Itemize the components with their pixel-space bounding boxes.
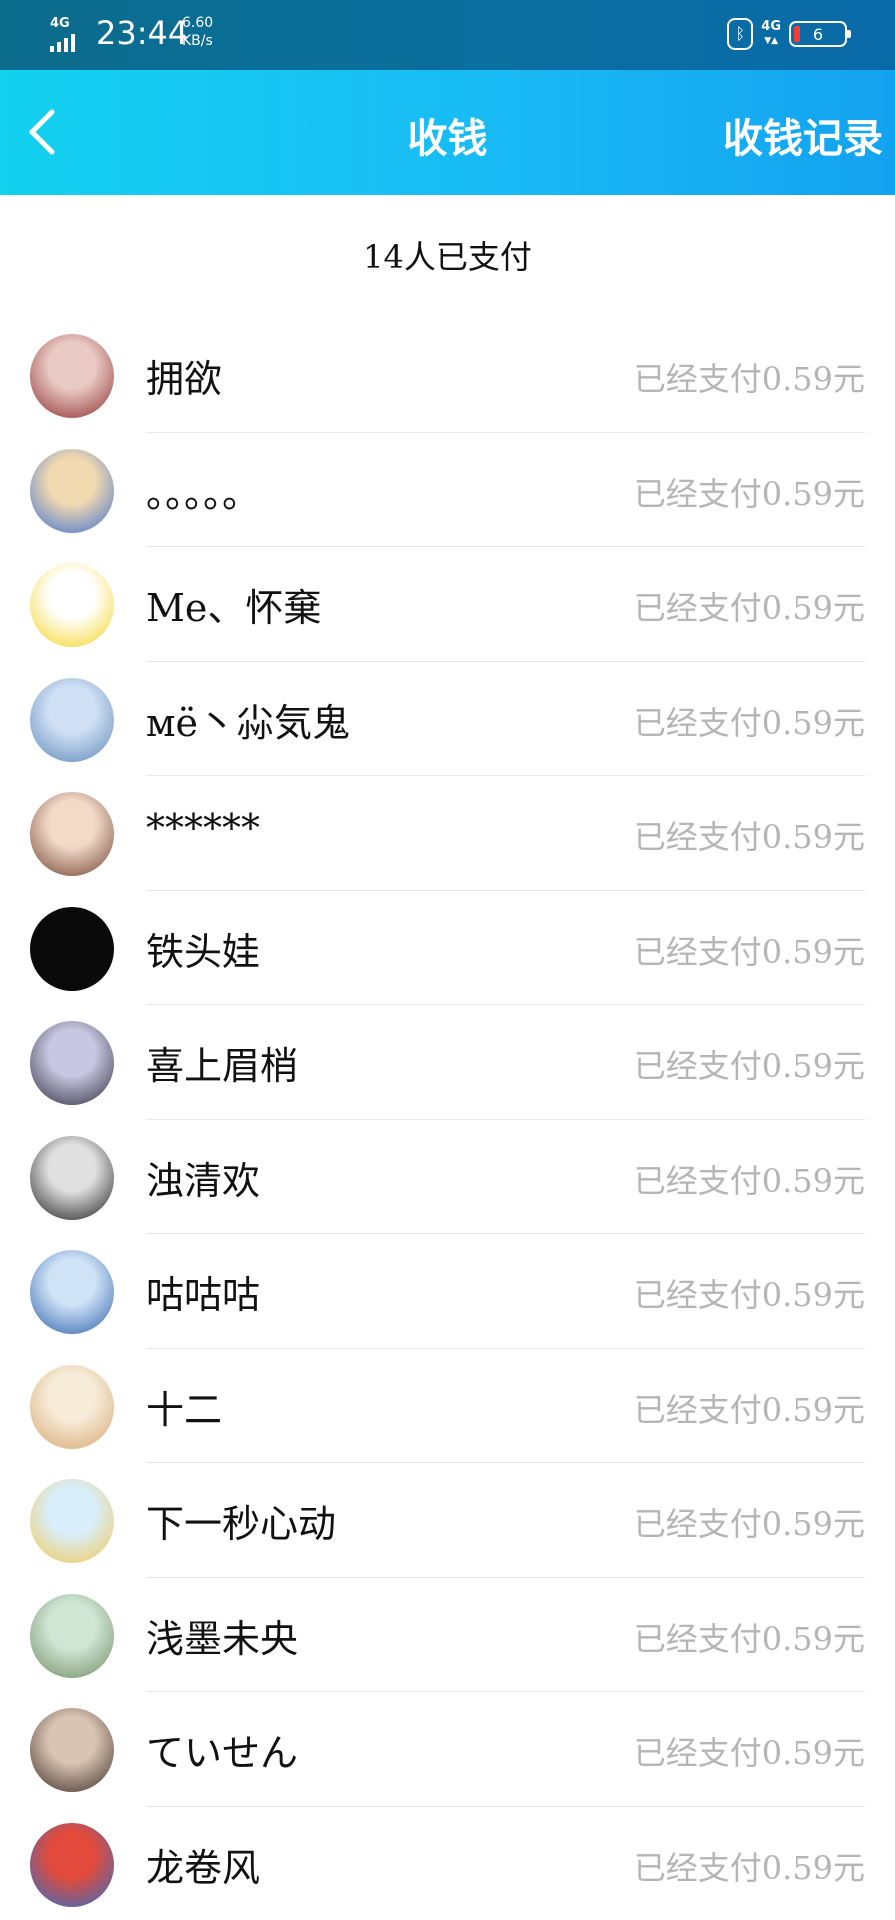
status-icons: ᛒ 4G ▼▲ 6 <box>727 16 851 52</box>
payer-name: 铁头娃 <box>146 929 261 974</box>
payment-status: 已经支付0.59元 <box>633 474 865 513</box>
payer-name: ****** <box>146 806 260 850</box>
payment-status: 已经支付0.59元 <box>633 1047 865 1085</box>
payment-status: 已经支付0.59元 <box>633 703 865 742</box>
payer-name: 浅墨未央 <box>146 1616 299 1661</box>
avatar[interactable] <box>30 1135 114 1220</box>
payer-name: 下一秒心动 <box>146 1502 337 1546</box>
network-speed-unit: KB/s <box>182 33 213 49</box>
payment-status: 已经支付0.59元 <box>633 1734 865 1772</box>
payment-status: 已经支付0.59元 <box>633 1161 865 1200</box>
avatar[interactable] <box>30 1021 114 1105</box>
avatar[interactable] <box>30 1708 114 1792</box>
payer-name: мё丶尛気鬼 <box>146 700 351 745</box>
payment-status: 已经支付0.59元 <box>633 1505 865 1543</box>
avatar[interactable] <box>30 1479 114 1563</box>
payer-row[interactable]: 喜上眉梢 已经支付0.59元 <box>0 1005 895 1120</box>
payer-row[interactable]: ていせん 已经支付0.59元 <box>0 1692 895 1807</box>
avatar[interactable] <box>30 906 114 991</box>
payment-status: 已经支付0.59元 <box>633 1619 865 1658</box>
payer-row[interactable]: 浅墨未央 已经支付0.59元 <box>0 1578 895 1692</box>
payer-list: 拥欲 已经支付0.59元。。。。。 已经支付0.59元 Me、怀棄 已经支付0.59元 м… <box>0 318 895 1920</box>
payer-row[interactable]: 龙卷风 已经支付0.59元 <box>0 1807 895 1920</box>
avatar[interactable] <box>30 792 114 876</box>
payer-name: 十二 <box>146 1387 223 1432</box>
title-bar: 收钱 收钱记录 <box>0 70 895 195</box>
payer-name: 浊清欢 <box>146 1158 261 1203</box>
payer-name: 拥欲 <box>146 357 223 401</box>
payer-row[interactable]: мё丶尛気鬼 已经支付0.59元 <box>0 662 895 776</box>
avatar[interactable] <box>30 563 114 647</box>
avatar[interactable] <box>30 1250 114 1334</box>
payment-status: 已经支付0.59元 <box>633 818 865 856</box>
payer-row[interactable]: Me、怀棄 已经支付0.59元 <box>0 547 895 662</box>
network-speed: 6.60 KB/s <box>182 14 213 50</box>
payer-name: ていせん <box>146 1731 299 1775</box>
network-4g-icon: 4G ▼▲ <box>761 19 781 47</box>
payer-row[interactable]: 浊清欢 已经支付0.59元 <box>0 1120 895 1234</box>
payer-row[interactable]: 下一秒心动 已经支付0.59元 <box>0 1463 895 1578</box>
avatar[interactable] <box>30 448 114 533</box>
avatar[interactable] <box>30 677 114 762</box>
payment-status: 已经支付0.59元 <box>633 589 865 627</box>
status-time: 23:44 <box>96 14 189 52</box>
bluetooth-icon: ᛒ <box>727 18 754 50</box>
network-speed-value: 6.60 <box>182 15 214 31</box>
payment-status: 已经支付0.59元 <box>633 932 865 971</box>
payer-name: 。。。。。 <box>146 471 261 516</box>
battery-level: 6 <box>812 24 824 44</box>
payer-row[interactable]: 拥欲 已经支付0.59元 <box>0 318 895 433</box>
avatar[interactable] <box>30 1822 114 1907</box>
payer-row[interactable]: 咕咕咕 已经支付0.59元 <box>0 1234 895 1349</box>
payment-status: 已经支付0.59元 <box>633 360 865 398</box>
payer-row[interactable]: 十二 已经支付0.59元 <box>0 1349 895 1463</box>
payment-records-button[interactable]: 收钱记录 <box>723 106 883 164</box>
payment-status: 已经支付0.59元 <box>633 1390 865 1429</box>
avatar[interactable] <box>30 1593 114 1678</box>
payer-name: 喜上眉梢 <box>146 1044 299 1088</box>
payer-row[interactable]: 。。。。。 已经支付0.59元 <box>0 433 895 547</box>
payment-status: 已经支付0.59元 <box>633 1848 865 1887</box>
payer-row[interactable]: 铁头娃 已经支付0.59元 <box>0 891 895 1005</box>
avatar[interactable] <box>30 334 114 418</box>
network-type: 4G <box>50 16 70 31</box>
status-bar: 4G 23:44 6.60 KB/s ᛒ 4G ▼▲ 6 <box>0 0 895 70</box>
battery-icon: 6 <box>789 21 851 47</box>
payer-name: Me、怀棄 <box>146 586 322 630</box>
paid-count-label: 14人已支付 <box>363 238 532 276</box>
avatar[interactable] <box>30 1364 114 1449</box>
payer-name: 龙卷风 <box>146 1845 261 1890</box>
payer-row[interactable]: ****** 已经支付0.59元 <box>0 776 895 891</box>
payment-status: 已经支付0.59元 <box>633 1276 865 1314</box>
cellular-signal-icon: 4G <box>50 16 90 52</box>
payer-name: 咕咕咕 <box>146 1273 261 1317</box>
